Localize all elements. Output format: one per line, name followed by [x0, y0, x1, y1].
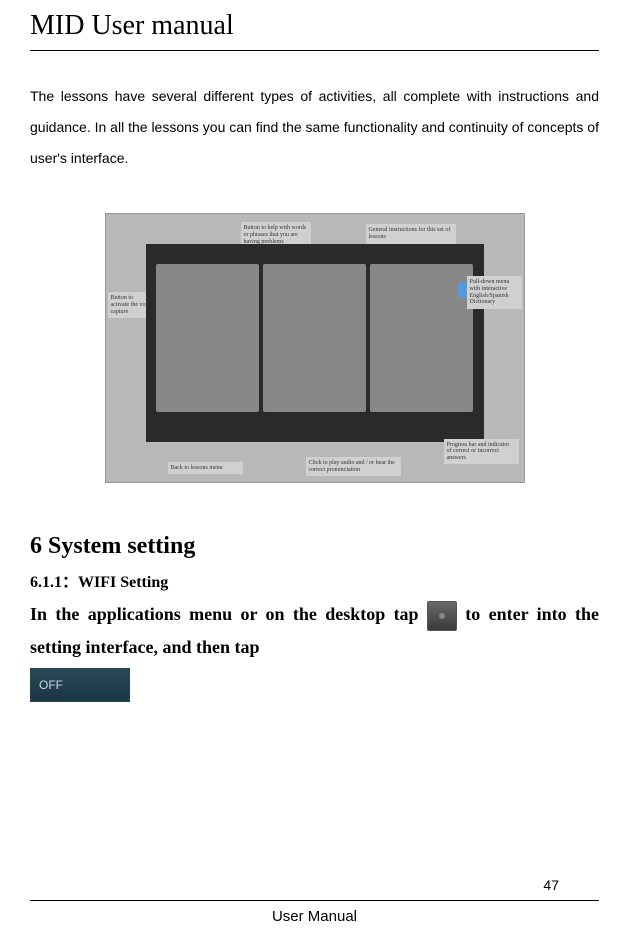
instruction-text: In the applications menu or on the deskt… [30, 598, 599, 663]
settings-icon [427, 601, 457, 631]
lesson-screenshot: Button to help with words or phrases tha… [105, 213, 525, 483]
page-number: 47 [543, 877, 559, 893]
intro-paragraph: The lessons have several different types… [30, 81, 599, 173]
callout-back-menu: Back to lessons menu [168, 462, 243, 475]
lesson-panel [263, 264, 366, 412]
footer-text: User Manual [0, 908, 629, 925]
callout-play-audio: Click to play audio and / or hear the co… [306, 457, 401, 476]
subsection-heading: 6.1.1：WIFI Setting [30, 568, 599, 592]
instruction-part1: In the applications menu or on the deskt… [30, 604, 419, 624]
wifi-off-toggle: OFF [30, 668, 130, 702]
callout-dictionary: Pull-down menu with interactive English/… [467, 276, 522, 308]
section-heading: 6 System setting [30, 533, 599, 560]
lesson-panel [156, 264, 259, 412]
callout-progress-bar: Progress bar and indicator of correct or… [444, 439, 519, 465]
header-title: MID User manual [30, 10, 599, 42]
callout-general-instructions: General instructions for this set of les… [366, 224, 456, 243]
header-rule [30, 50, 599, 51]
lesson-panels [146, 244, 484, 442]
screenshot-figure: Button to help with words or phrases tha… [30, 213, 599, 483]
page-header: MID User manual [30, 10, 599, 51]
footer-rule [30, 900, 599, 901]
